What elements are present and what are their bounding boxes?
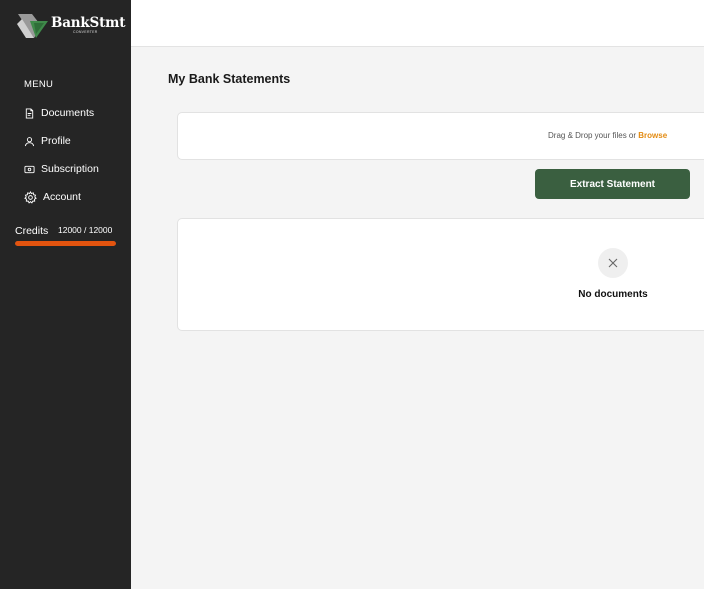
top-bar	[131, 0, 704, 47]
sidebar-item-label: Subscription	[41, 163, 99, 175]
sidebar-item-subscription[interactable]: Subscription	[24, 161, 99, 177]
empty-state-text: No documents	[578, 289, 648, 300]
page-title: My Bank Statements	[168, 72, 291, 86]
sidebar-item-label: Documents	[41, 107, 95, 119]
credits-value: 12000 / 12000	[58, 225, 113, 235]
sidebar-item-label: Profile	[41, 135, 71, 147]
menu-heading: MENU	[24, 79, 54, 90]
brand-tagline: CONVERTER	[73, 30, 98, 34]
credits-progress-bar	[15, 241, 116, 246]
close-icon	[608, 258, 618, 268]
sidebar-item-profile[interactable]: Profile	[24, 133, 71, 149]
sidebar-item-documents[interactable]: Documents	[24, 105, 94, 121]
empty-state-icon	[598, 248, 628, 278]
extract-statement-button[interactable]: Extract Statement	[535, 169, 690, 199]
browse-link[interactable]: Browse	[638, 131, 667, 140]
sidebar-item-label: Account	[43, 191, 81, 203]
credits-label: Credits	[15, 225, 49, 237]
logo-icon	[17, 14, 48, 38]
sidebar-item-account[interactable]: Account	[24, 189, 81, 205]
brand-name: BankStmt	[51, 15, 126, 31]
credits-progress-fill	[15, 241, 116, 246]
card-icon	[24, 165, 35, 173]
dropzone-instruction: Drag & Drop your files or	[548, 131, 637, 140]
documents-panel: No documents	[177, 218, 704, 331]
sidebar: BankStmt CONVERTER MENU Documents Profil…	[0, 0, 131, 589]
dropzone-text: Drag & Drop your files or Browse	[548, 131, 667, 140]
user-icon	[24, 136, 35, 146]
gear-icon	[24, 190, 37, 204]
document-icon	[25, 107, 34, 119]
brand-logo[interactable]: BankStmt CONVERTER	[16, 12, 125, 40]
file-dropzone[interactable]: Drag & Drop your files or Browse	[177, 112, 704, 160]
